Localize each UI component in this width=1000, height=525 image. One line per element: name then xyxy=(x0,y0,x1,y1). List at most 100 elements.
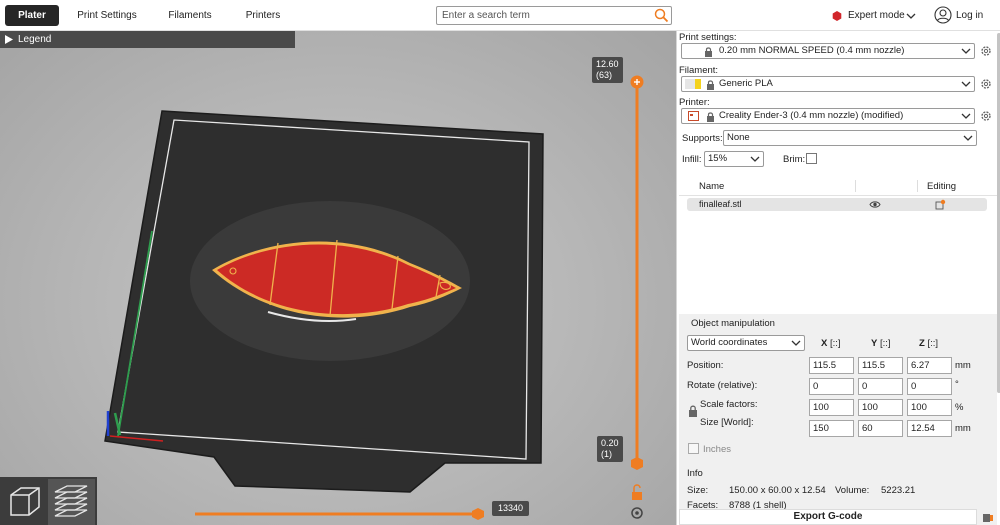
info-volume-label: Volume: xyxy=(835,485,870,496)
chevron-down-icon xyxy=(791,340,801,346)
scale-x-input[interactable]: 100 xyxy=(809,399,854,416)
size-x-input[interactable]: 150 xyxy=(809,420,854,437)
info-volume-value: 5223.21 xyxy=(881,485,916,496)
filament-edit-gear-icon[interactable] xyxy=(980,78,992,90)
scale-label: Scale factors: xyxy=(700,399,758,410)
size-unit: mm xyxy=(955,423,971,434)
legend-label: Legend xyxy=(18,34,52,45)
vslider-top-readout: 12.60 (63) xyxy=(592,57,623,83)
settings-sidebar: Print settings: 0.20 mm NORMAL SPEED (0.… xyxy=(676,31,1000,525)
export-gcode-button[interactable]: Export G-code xyxy=(679,509,977,525)
printer-combo[interactable]: Creality Ender-3 (0.4 mm nozzle) (modifi… xyxy=(681,108,975,124)
column-divider xyxy=(917,180,918,192)
infill-value: 15% xyxy=(708,153,728,164)
vslider-bottom-readout: 0.20 (1) xyxy=(597,436,623,462)
vslider-lock-icon xyxy=(632,484,642,500)
lock-icon xyxy=(705,47,712,57)
printer-icon xyxy=(688,111,699,121)
vslider-top-height: 12.60 xyxy=(596,59,619,69)
position-y-input[interactable]: 115.5 xyxy=(858,357,903,374)
search-box[interactable] xyxy=(436,6,672,25)
search-icon[interactable] xyxy=(654,8,669,26)
size-z-input[interactable]: 12.54 xyxy=(907,420,952,437)
object-manipulation-title: Object manipulation xyxy=(691,318,775,329)
infill-label: Infill: xyxy=(682,154,702,165)
axis-x-header: X [::] xyxy=(821,338,841,349)
edit-object-icon[interactable] xyxy=(935,199,946,210)
top-toolbar: Plater Print Settings Filaments Printers… xyxy=(0,0,1000,31)
filament-label: Filament: xyxy=(679,65,719,76)
object-row[interactable]: finalleaf.stl xyxy=(687,198,987,211)
rotate-z-input[interactable]: 0 xyxy=(907,378,952,395)
object-name: finalleaf.stl xyxy=(699,199,742,209)
print-settings-combo[interactable]: 0.20 mm NORMAL SPEED (0.4 mm nozzle) xyxy=(681,43,975,59)
chevron-down-icon xyxy=(961,81,971,87)
print-settings-label: Print settings: xyxy=(679,32,737,43)
search-input[interactable] xyxy=(437,7,647,24)
axis-y-header: Y [::] xyxy=(871,338,891,349)
brim-label: Brim: xyxy=(783,154,806,165)
supports-value: None xyxy=(727,132,750,143)
scale-y-input[interactable]: 100 xyxy=(858,399,903,416)
object-list-header: Name Editing xyxy=(679,176,997,196)
position-label: Position: xyxy=(687,360,724,371)
tab-filaments[interactable]: Filaments xyxy=(160,5,220,26)
brim-checkbox[interactable] xyxy=(806,153,817,164)
vslider-bottom-handle xyxy=(631,457,643,470)
chevron-down-icon xyxy=(961,113,971,119)
printer-label: Printer: xyxy=(679,97,710,108)
printer-value: Creality Ender-3 (0.4 mm nozzle) (modifi… xyxy=(719,110,904,121)
position-z-input[interactable]: 6.27 xyxy=(907,357,952,374)
chevron-down-icon xyxy=(963,135,973,141)
tab-printers[interactable]: Printers xyxy=(234,5,292,26)
login-button[interactable]: Log in xyxy=(934,6,983,26)
hslider-handle xyxy=(472,508,484,520)
vslider-bottom-layer: (1) xyxy=(601,449,612,459)
3d-viewport[interactable]: Legend 12.60 (63) 0.20 (1) 13340 xyxy=(0,31,676,525)
login-label: Log in xyxy=(956,10,984,21)
position-x-input[interactable]: 115.5 xyxy=(809,357,854,374)
view-mode-buttons xyxy=(0,477,97,525)
filament-color-swatch xyxy=(695,79,701,89)
chevron-down-icon xyxy=(906,11,916,25)
tab-plater[interactable]: Plater xyxy=(5,5,59,26)
vslider-top-layer: (63) xyxy=(596,70,613,80)
info-title: Info xyxy=(687,468,703,479)
legend-bar[interactable]: Legend xyxy=(0,31,295,48)
eye-icon[interactable] xyxy=(869,200,881,209)
rotate-y-input[interactable]: 0 xyxy=(858,378,903,395)
lock-icon xyxy=(707,80,714,90)
axis-z-header: Z [::] xyxy=(919,338,939,349)
coordinate-system-select[interactable]: World coordinates xyxy=(687,335,805,351)
tab-print-settings[interactable]: Print Settings xyxy=(68,5,146,26)
printer-edit-gear-icon[interactable] xyxy=(980,110,992,122)
expert-mode-icon xyxy=(832,11,842,21)
info-size-value: 150.00 x 60.00 x 12.54 xyxy=(729,485,826,496)
chevron-down-icon xyxy=(961,48,971,54)
name-column-header[interactable]: Name xyxy=(699,181,724,192)
3d-view-cube-icon[interactable] xyxy=(8,485,42,519)
scale-unit: % xyxy=(955,402,964,413)
send-to-printer-icon[interactable] xyxy=(982,511,994,523)
infill-combo[interactable]: 15% xyxy=(704,151,764,167)
column-divider xyxy=(855,180,856,192)
size-y-input[interactable]: 60 xyxy=(858,420,903,437)
filament-swatch-bg xyxy=(685,79,695,89)
layers-icon xyxy=(54,485,88,517)
print-bed-scene xyxy=(104,75,644,520)
filament-value: Generic PLA xyxy=(719,78,773,89)
print-settings-edit-gear-icon[interactable] xyxy=(980,45,992,57)
rotate-x-input[interactable]: 0 xyxy=(809,378,854,395)
scale-z-input[interactable]: 100 xyxy=(907,399,952,416)
info-size-label: Size: xyxy=(687,485,709,496)
vslider-cog-icon xyxy=(631,507,643,519)
preview-layers-button[interactable] xyxy=(48,479,95,525)
scale-lock-icon[interactable] xyxy=(688,405,698,417)
supports-combo[interactable]: None xyxy=(723,130,977,146)
size-label: Size [World]: xyxy=(700,417,754,428)
chevron-down-icon xyxy=(750,156,760,162)
filament-combo[interactable]: Generic PLA xyxy=(681,76,975,92)
inches-checkbox[interactable] xyxy=(688,443,699,454)
position-unit: mm xyxy=(955,360,971,371)
editing-column-header[interactable]: Editing xyxy=(927,181,956,192)
